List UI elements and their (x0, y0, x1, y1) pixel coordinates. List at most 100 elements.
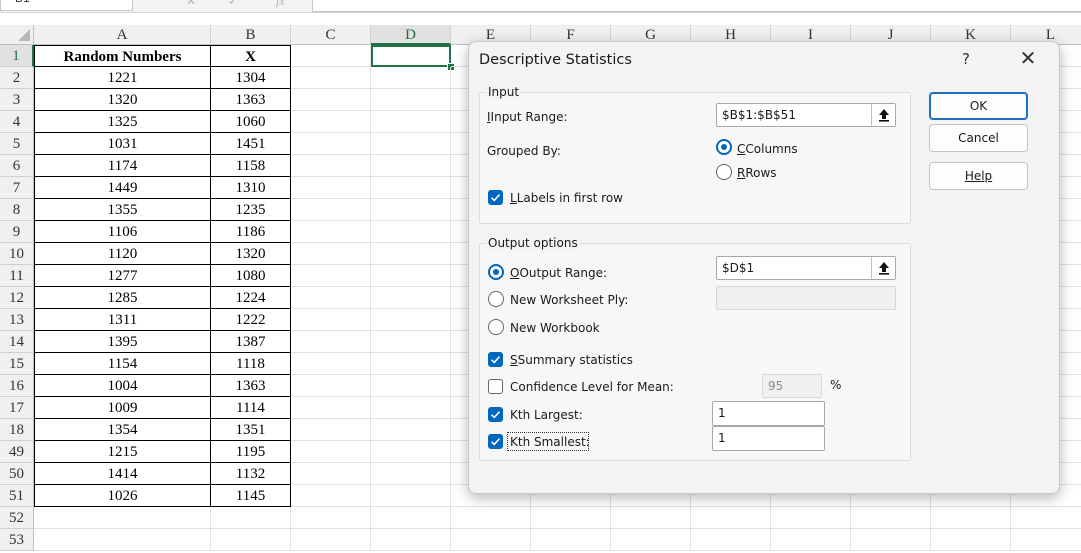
cell-x-value[interactable]: 1320 (211, 243, 291, 265)
cell-x-value[interactable]: 1363 (211, 375, 291, 397)
new-worksheet-radio[interactable] (488, 291, 504, 307)
row-header[interactable]: 9 (0, 221, 34, 243)
cancel-button[interactable]: Cancel (929, 124, 1028, 152)
cell-x-value[interactable]: 1224 (211, 287, 291, 309)
row-header[interactable]: 17 (0, 397, 34, 419)
row-header[interactable]: 14 (0, 331, 34, 353)
cell[interactable] (371, 89, 451, 111)
cell[interactable] (371, 353, 451, 375)
cell-random-number[interactable]: 1120 (34, 243, 211, 265)
cell[interactable] (291, 309, 371, 331)
row-header[interactable]: 12 (0, 287, 34, 309)
cell[interactable] (531, 507, 611, 529)
cell-random-number[interactable]: 1395 (34, 331, 211, 353)
cell[interactable] (371, 331, 451, 353)
cell[interactable] (371, 199, 451, 221)
row-header[interactable]: 15 (0, 353, 34, 375)
cell-random-number[interactable]: 1026 (34, 485, 211, 507)
row-header[interactable]: 1 (0, 45, 34, 67)
cell[interactable] (291, 375, 371, 397)
cell[interactable] (371, 441, 451, 463)
cell[interactable] (371, 529, 451, 551)
cell[interactable] (371, 67, 451, 89)
cell-x-value[interactable]: 1351 (211, 419, 291, 441)
cell[interactable] (291, 177, 371, 199)
summary-statistics-checkbox[interactable] (488, 352, 503, 367)
cell[interactable] (371, 221, 451, 243)
cell-random-number[interactable]: 1106 (34, 221, 211, 243)
cell[interactable] (931, 529, 1011, 551)
cell[interactable] (371, 463, 451, 485)
name-box[interactable]: B1 (0, 0, 133, 11)
cell[interactable] (291, 441, 371, 463)
cell[interactable] (1011, 507, 1081, 529)
cell-x-value[interactable]: 1060 (211, 111, 291, 133)
cell-x-value[interactable]: 1158 (211, 155, 291, 177)
cell-x-value[interactable]: 1310 (211, 177, 291, 199)
cell-random-number[interactable]: 1174 (34, 155, 211, 177)
cell-x-value[interactable]: 1222 (211, 309, 291, 331)
formula-cancel-icon[interactable]: ✕ (186, 0, 196, 8)
cell-x-value[interactable]: 1451 (211, 133, 291, 155)
kth-largest-checkbox[interactable] (488, 407, 503, 422)
output-range-radio[interactable] (488, 264, 504, 280)
cell[interactable] (851, 529, 931, 551)
cell[interactable] (291, 287, 371, 309)
cell[interactable] (931, 507, 1011, 529)
cell[interactable] (611, 529, 691, 551)
cell[interactable] (371, 155, 451, 177)
row-header[interactable]: 13 (0, 309, 34, 331)
cell[interactable] (291, 221, 371, 243)
active-cell-d1[interactable] (371, 45, 451, 67)
row-header[interactable]: 2 (0, 67, 34, 89)
row-header[interactable]: 18 (0, 419, 34, 441)
cell[interactable] (291, 507, 371, 529)
cell-random-number[interactable]: 1277 (34, 265, 211, 287)
cell[interactable] (291, 67, 371, 89)
cell[interactable] (371, 243, 451, 265)
cell-random-number[interactable]: 1004 (34, 375, 211, 397)
ok-button[interactable]: OK (929, 92, 1028, 120)
cell[interactable] (371, 309, 451, 331)
cell[interactable] (371, 397, 451, 419)
cell[interactable] (771, 507, 851, 529)
confidence-level-field[interactable]: 95 (762, 374, 822, 398)
cell-x-value[interactable]: 1118 (211, 353, 291, 375)
cell[interactable] (211, 507, 291, 529)
cell-random-number[interactable]: 1325 (34, 111, 211, 133)
cell[interactable] (34, 529, 211, 551)
rows-radio[interactable] (716, 164, 732, 180)
new-worksheet-field[interactable] (716, 286, 896, 310)
cell-x-value[interactable]: 1186 (211, 221, 291, 243)
row-header[interactable]: 4 (0, 111, 34, 133)
help-button[interactable]: Help (929, 162, 1028, 190)
column-header-c[interactable]: C (291, 25, 371, 45)
cell-x-value[interactable]: 1080 (211, 265, 291, 287)
cell[interactable] (291, 419, 371, 441)
cell-x-value[interactable]: 1195 (211, 441, 291, 463)
row-header[interactable]: 10 (0, 243, 34, 265)
close-icon[interactable]: ✕ (1013, 46, 1043, 70)
cell[interactable] (371, 133, 451, 155)
column-header-d[interactable]: D (371, 25, 451, 45)
cell-random-number[interactable]: 1215 (34, 441, 211, 463)
cell-random-number[interactable]: 1320 (34, 89, 211, 111)
cell[interactable] (531, 529, 611, 551)
cell[interactable] (851, 507, 931, 529)
cell-random-number[interactable]: 1031 (34, 133, 211, 155)
cell-random-number[interactable]: 1449 (34, 177, 211, 199)
cell[interactable] (371, 287, 451, 309)
row-header[interactable]: 8 (0, 199, 34, 221)
labels-first-row-checkbox[interactable] (488, 190, 503, 205)
formula-input[interactable] (312, 0, 1081, 12)
cell[interactable] (371, 111, 451, 133)
input-range-field[interactable]: $B$1:$B$51 (716, 103, 896, 127)
cell-random-number[interactable]: 1009 (34, 397, 211, 419)
row-header[interactable]: 16 (0, 375, 34, 397)
cell[interactable] (371, 485, 451, 507)
cell[interactable] (211, 529, 291, 551)
column-header-a[interactable]: A (34, 25, 211, 45)
cell-random-number[interactable]: 1221 (34, 67, 211, 89)
row-header[interactable]: 6 (0, 155, 34, 177)
cell[interactable] (371, 177, 451, 199)
